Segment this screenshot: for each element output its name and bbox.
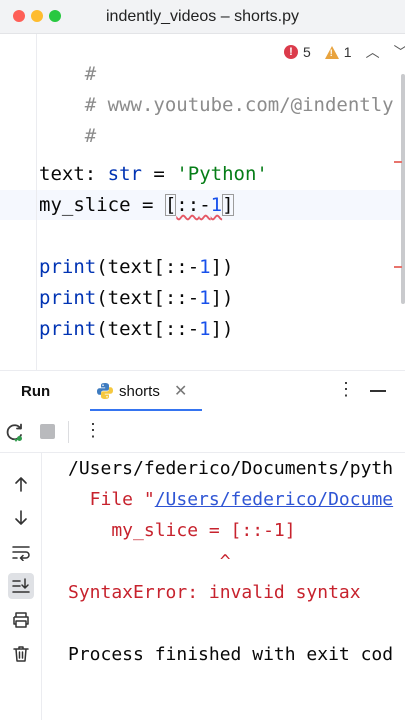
close-tab-icon[interactable]: ✕	[174, 381, 187, 401]
soft-wrap-icon[interactable]	[8, 539, 34, 565]
arrow-down-icon[interactable]	[8, 505, 34, 531]
python-icon	[97, 383, 113, 399]
toolbar-more-icon[interactable]: ⋮	[84, 420, 102, 441]
console-side-toolbar	[0, 453, 42, 720]
console-line: File "/Users/federico/Docume	[68, 489, 394, 510]
run-toolbar: ⋮	[0, 411, 405, 453]
next-problem-icon[interactable]: ﹀	[394, 42, 405, 62]
error-stripe-mark[interactable]	[394, 266, 402, 268]
rerun-icon[interactable]	[5, 422, 25, 442]
error-stripe-mark[interactable]	[394, 161, 402, 163]
matched-bracket-open: [	[164, 194, 177, 216]
error-icon: !	[284, 45, 298, 59]
editor-scrollbar[interactable]	[401, 74, 405, 304]
toolbar-separator	[68, 421, 69, 443]
console-output[interactable]: /Users/federico/Documents/pyth File "/Us…	[42, 453, 405, 720]
run-tool-window-header: Run shorts ✕ ⋮	[0, 370, 405, 412]
code-line-10: print(text[::-1])	[39, 318, 234, 340]
matched-bracket-close: ]	[222, 194, 234, 216]
title-bar: indently_videos – shorts.py	[0, 0, 405, 34]
code-editor[interactable]: ! 5 1 ︿ ﹀ # # www.youtube.com/@indently …	[0, 34, 405, 370]
warning-count: 1	[343, 44, 352, 60]
code-line-9: print(text[::-1])	[39, 287, 234, 309]
print-icon[interactable]	[8, 607, 34, 633]
stop-icon[interactable]	[40, 424, 55, 439]
trash-icon[interactable]	[8, 641, 34, 667]
code-line-6: my_slice = [::-1]	[39, 194, 234, 216]
console-line: /Users/federico/Documents/pyth	[68, 458, 394, 479]
previous-problem-icon[interactable]: ︿	[366, 42, 380, 62]
code-line-8: print(text[::-1])	[39, 256, 234, 278]
tab-shorts[interactable]: shorts ✕	[90, 371, 202, 412]
file-path-link[interactable]: /Users/federico/Docume	[155, 489, 393, 510]
code-line-5: text: str = 'Python'	[39, 163, 268, 185]
inspection-widget[interactable]: ! 5 1 ︿ ﹀	[284, 42, 405, 62]
hide-panel-icon[interactable]	[370, 390, 386, 392]
warning-icon	[324, 45, 339, 59]
more-options-icon[interactable]: ⋮	[337, 379, 355, 400]
tab-label: shorts	[119, 383, 160, 400]
error-count: 5	[303, 44, 311, 60]
process-finished-line: Process finished with exit cod	[68, 644, 394, 665]
console-line: ^	[68, 551, 231, 572]
scroll-to-end-icon[interactable]	[8, 573, 34, 599]
console-line: my_slice = [::-1]	[68, 520, 296, 541]
run-panel-title: Run	[21, 383, 51, 400]
window-title: indently_videos – shorts.py	[106, 8, 299, 25]
gutter-divider	[36, 34, 37, 370]
arrow-up-icon[interactable]	[8, 471, 34, 497]
error-message: SyntaxError: invalid syntax	[68, 582, 361, 603]
